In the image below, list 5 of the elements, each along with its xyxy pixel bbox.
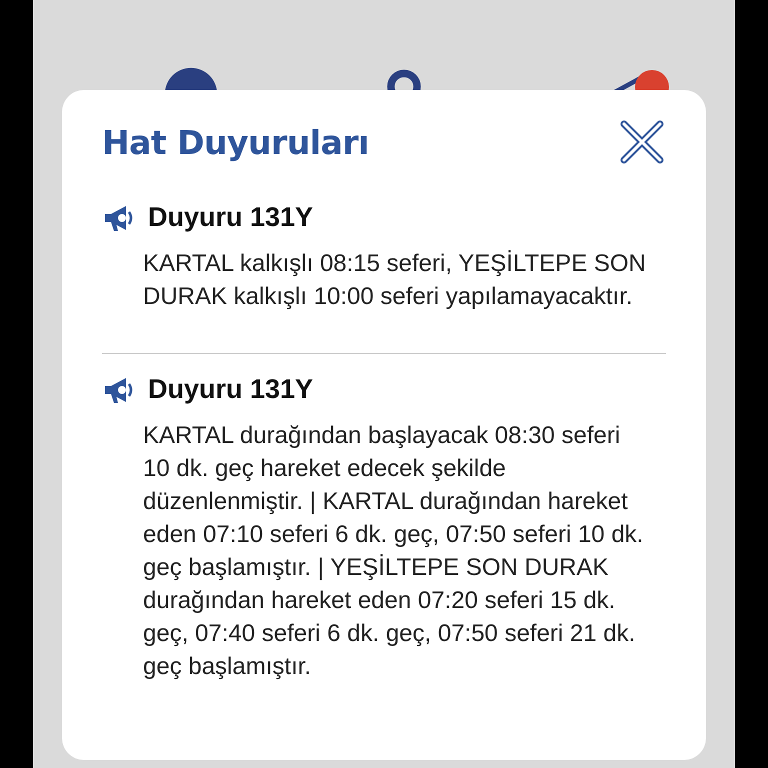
announcement-text: KARTAL durağından başlayacak 08:30 seferi 10 dk. geç hareket edecek şekilde düzenlenmiştir. | KARTAL durağından hareket eden 07:10 seferi 6 dk. geç, 07:50 seferi 10 dk. geç başlamıştır. | YEŞİLTEPE SON DURAK durağından hareket eden 07:20 seferi 15 dk. geç, 07:40 seferi 6 dk. geç, 07:50 seferi 21 dk. geç başlamıştır. [143, 421, 644, 682]
announcement-title: Duyuru 131Y [148, 374, 314, 405]
dialog-title: Hat Duyuruları [102, 122, 369, 162]
announcement-title: Duyuru 131Y [148, 202, 314, 233]
announcement-text: KARTAL kalkışlı 08:15 seferi, YEŞİLTEPE SON DURAK kalkışlı 10:00 seferi yapılamayacaktır. [143, 249, 647, 312]
